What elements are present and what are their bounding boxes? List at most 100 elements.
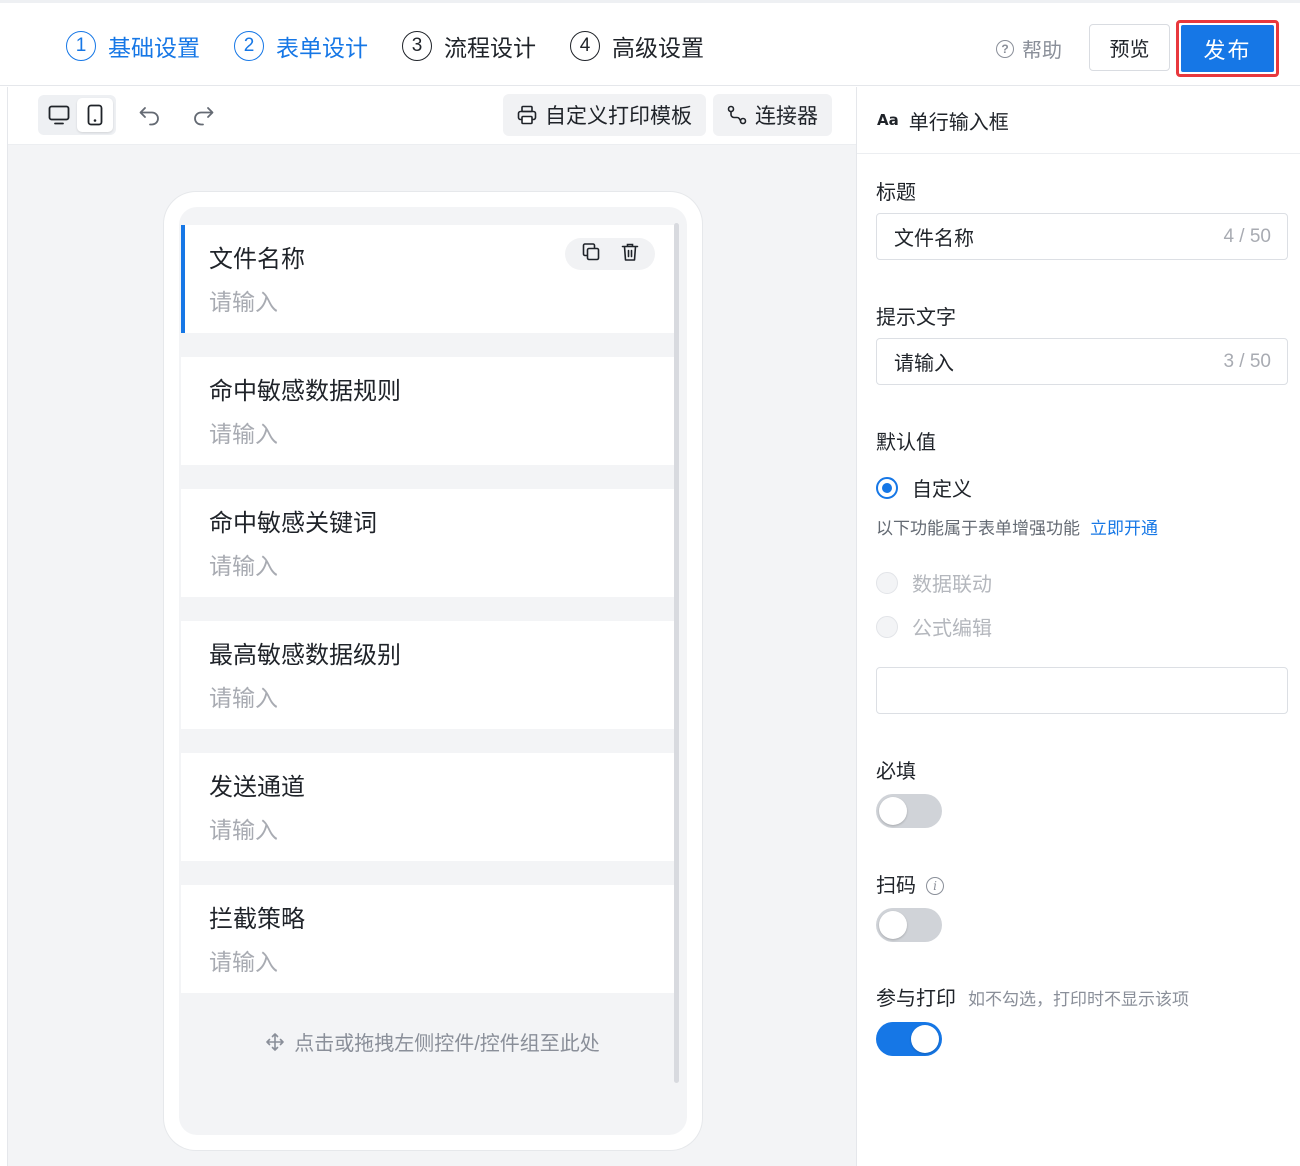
step-nav: 1 基础设置 2 表单设计 3 流程设计 4 高级设置: [66, 29, 738, 63]
required-label: 必填: [876, 761, 916, 783]
radio-formula-edit[interactable]: 公式编辑: [876, 612, 992, 641]
copy-button[interactable]: [581, 242, 601, 267]
printer-icon: [517, 105, 537, 125]
title-label: 标题: [876, 182, 916, 204]
step-label: 高级设置: [612, 35, 704, 61]
form-field-max-sensitivity-level[interactable]: 最高敏感数据级别 请输入: [181, 621, 679, 729]
undo-icon: [139, 107, 159, 126]
desktop-view-button[interactable]: [41, 98, 77, 132]
title-input[interactable]: 文件名称 4 / 50: [876, 213, 1288, 260]
radio-label: 自定义: [912, 479, 972, 501]
drop-zone[interactable]: 点击或拖拽左侧控件/控件组至此处: [179, 1027, 687, 1056]
publish-highlight: 发布: [1176, 20, 1279, 77]
field-label: 拦截策略: [209, 906, 305, 933]
trash-icon: [621, 243, 639, 261]
field-label: 命中敏感关键词: [209, 510, 377, 537]
activate-link[interactable]: 立即开通: [1090, 519, 1158, 538]
connector-label: 连接器: [755, 105, 818, 128]
field-placeholder: 请输入: [209, 685, 278, 711]
radio-data-linkage[interactable]: 数据联动: [876, 568, 992, 597]
copy-icon: [582, 242, 600, 260]
field-label: 命中敏感数据规则: [209, 378, 401, 405]
redo-button[interactable]: [191, 104, 215, 131]
step-label: 表单设计: [276, 35, 368, 61]
question-circle-icon: ?: [996, 39, 1014, 58]
connector-icon: [727, 105, 747, 125]
print-toggle[interactable]: [876, 1022, 942, 1056]
scan-toggle[interactable]: [876, 908, 942, 942]
field-label: 发送通道: [209, 774, 305, 801]
print-template-label: 自定义打印模板: [545, 105, 692, 128]
panel-header: Aa 单行输入框: [857, 87, 1300, 154]
step-number: 1: [66, 31, 96, 61]
field-actions: [565, 238, 655, 270]
form-field-sensitive-rules[interactable]: 命中敏感数据规则 请输入: [181, 357, 679, 465]
property-panel: Aa 单行输入框 标题 文件名称 4 / 50 提示文字 请输入 3 / 50 …: [856, 87, 1300, 1166]
preview-button[interactable]: 预览: [1089, 24, 1170, 71]
step-basic-settings[interactable]: 1 基础设置: [66, 29, 200, 63]
step-form-design[interactable]: 2 表单设计: [234, 29, 368, 63]
step-label: 基础设置: [108, 35, 200, 61]
help-link[interactable]: ? 帮助: [996, 34, 1062, 63]
default-value-label: 默认值: [876, 432, 936, 454]
field-placeholder: 请输入: [209, 289, 278, 315]
step-number: 2: [234, 31, 264, 61]
control-type-label: 单行输入框: [908, 111, 1009, 134]
undo-button[interactable]: [138, 104, 162, 131]
connector-button[interactable]: 连接器: [713, 94, 832, 136]
redo-icon: [194, 107, 214, 126]
field-placeholder: 请输入: [209, 553, 278, 579]
required-toggle[interactable]: [876, 794, 942, 828]
enhance-note-text: 以下功能属于表单增强功能: [876, 519, 1080, 538]
canvas-toolbar: 自定义打印模板 连接器: [8, 87, 857, 145]
form-field-list: 文件名称 请输入 命中敏感数据规则 请输入 命中敏感关键词 请输入 最高敏感数据…: [179, 207, 687, 1135]
radio-label: 数据联动: [912, 574, 992, 596]
title-char-count: 4 / 50: [1223, 225, 1271, 247]
form-field-sensitive-keywords[interactable]: 命中敏感关键词 请输入: [181, 489, 679, 597]
form-canvas: 自定义打印模板 连接器 文件名称 请输入 命中敏感数据规则 请输入 命中敏感关键…: [7, 87, 857, 1166]
hint-value: 请输入: [894, 353, 954, 375]
print-label-row: 参与打印 如不勾选，打印时不显示该项: [876, 982, 1189, 1011]
enhance-note: 以下功能属于表单增强功能 立即开通: [876, 514, 1158, 539]
scan-label: 扫码: [876, 875, 916, 897]
step-number: 4: [570, 31, 600, 61]
info-icon[interactable]: i: [926, 877, 944, 895]
step-label: 流程设计: [444, 35, 536, 61]
device-switch: [38, 95, 116, 135]
hint-text-input[interactable]: 请输入 3 / 50: [876, 338, 1288, 385]
text-input-icon: Aa: [877, 111, 899, 129]
step-number: 3: [402, 31, 432, 61]
publish-button[interactable]: 发布: [1181, 25, 1274, 72]
title-value: 文件名称: [894, 228, 974, 250]
mobile-view-button[interactable]: [77, 98, 113, 132]
help-label: 帮助: [1022, 40, 1062, 62]
radio-dot: [876, 476, 898, 499]
field-placeholder: 请输入: [209, 949, 278, 975]
form-field-block-policy[interactable]: 拦截策略 请输入: [181, 885, 679, 993]
step-advanced-settings[interactable]: 4 高级设置: [570, 29, 704, 63]
field-placeholder: 请输入: [209, 421, 278, 447]
print-template-button[interactable]: 自定义打印模板: [503, 94, 706, 136]
top-bar: 1 基础设置 2 表单设计 3 流程设计 4 高级设置 ? 帮助 预览 发布: [0, 0, 1300, 86]
hint-char-count: 3 / 50: [1223, 350, 1271, 372]
radio-dot: [876, 615, 898, 638]
print-note: 如不勾选，打印时不显示该项: [968, 990, 1189, 1009]
field-label: 最高敏感数据级别: [209, 642, 401, 669]
delete-button[interactable]: [621, 242, 639, 267]
radio-label: 公式编辑: [912, 618, 992, 640]
field-placeholder: 请输入: [209, 817, 278, 843]
scrollbar[interactable]: [674, 223, 679, 1083]
step-flow-design[interactable]: 3 流程设计: [402, 29, 536, 63]
drop-hint-text: 点击或拖拽左侧控件/控件组至此处: [294, 1033, 600, 1055]
default-value-input[interactable]: [876, 667, 1288, 714]
radio-dot: [876, 571, 898, 594]
print-label: 参与打印: [876, 988, 956, 1010]
move-icon: [266, 1032, 285, 1051]
radio-custom[interactable]: 自定义: [876, 473, 972, 502]
scan-label-row: 扫码 i: [876, 869, 944, 898]
form-field-file-name[interactable]: 文件名称 请输入: [181, 225, 679, 333]
form-field-send-channel[interactable]: 发送通道 请输入: [181, 753, 679, 861]
hint-text-label: 提示文字: [876, 307, 956, 329]
mobile-preview-frame: 文件名称 请输入 命中敏感数据规则 请输入 命中敏感关键词 请输入 最高敏感数据…: [164, 192, 702, 1150]
monitor-icon: [48, 105, 70, 125]
